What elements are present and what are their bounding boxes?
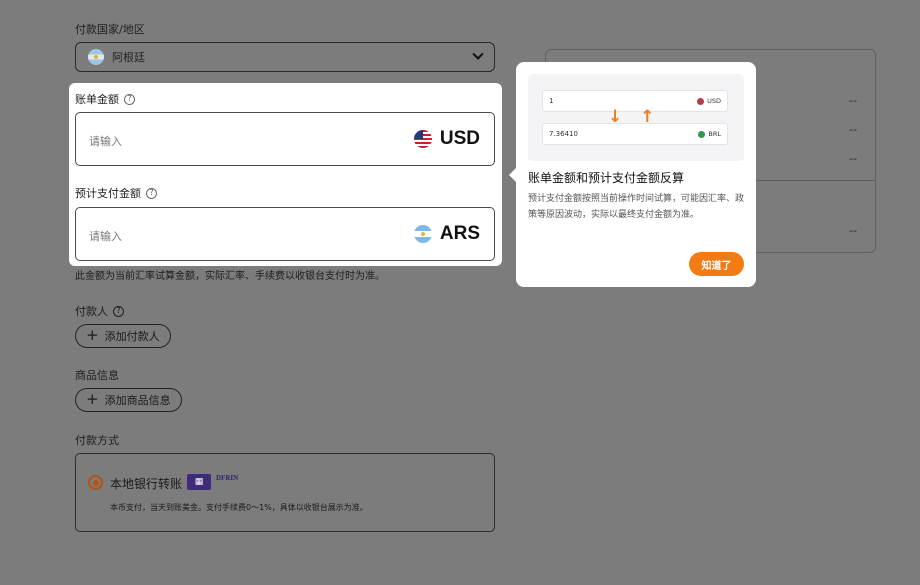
goods-label: 商品信息 [75,369,119,382]
payment-radio[interactable] [88,475,103,490]
add-payer-button[interactable]: + 添加付款人 [75,324,171,348]
popover-body: 预计支付金额按照当前操作时间试算，可能因汇率、政策等原因波动，实际以最终支付金额… [528,194,745,220]
estimated-amount-input[interactable]: 请输入 ARS [75,207,495,261]
plus-icon: + [86,389,99,408]
argentina-flag-icon [88,49,104,65]
popover-title: 账单金额和预计支付金额反算 [528,171,685,185]
bank-icon: ▦ [187,474,211,490]
amount-spotlight: 账单金额? 请输入 USD 预计支付金额? 请输入 ARS [69,83,502,266]
help-icon[interactable]: ? [113,305,124,317]
summary-value: -- [849,94,857,107]
plus-icon: + [86,325,99,344]
bill-amount-input[interactable]: 请输入 USD [75,112,495,166]
payment-option-card[interactable]: 本地银行转账 ▦ DFRIN 本币支付，当天到账美金。支付手续费0～1%，具体以… [75,453,495,532]
summary-total-value: -- [849,224,857,237]
rate-note: 此金额为当前汇率试算金额，实际汇率、手续费以收银台支付时为准。 [75,271,385,282]
usa-flag-icon [413,130,432,148]
country-value: 阿根廷 [112,51,145,64]
payer-label: 付款人? [75,303,124,319]
brazil-flag-icon [698,130,706,138]
bill-amount-label: 账单金额? [75,91,135,107]
chevron-down-icon [472,48,484,60]
summary-value: -- [849,123,857,136]
illustration-row: 7.36410 BRL [542,123,728,145]
guide-popover: 1 USD ↓ ↑ 7.36410 BRL 账单金额和预计支付金额反算 预计支付金… [509,62,756,287]
help-icon[interactable]: ? [146,187,157,199]
payment-description: 本币支付，当天到账美金。支付手续费0～1%，具体以收银台展示为准。 [110,503,368,512]
argentina-flag-icon [413,225,432,243]
estimated-amount-label: 预计支付金额? [75,185,157,201]
help-icon[interactable]: ? [124,93,135,105]
country-select[interactable]: 阿根廷 [75,42,495,72]
summary-value: -- [849,152,857,165]
conversion-illustration: 1 USD ↓ ↑ 7.36410 BRL [528,74,744,161]
got-it-button[interactable]: 知道了 [689,252,744,276]
currency-code: USD [439,128,480,149]
usa-flag-icon [697,97,705,105]
add-goods-button[interactable]: + 添加商品信息 [75,388,182,412]
payment-label: 付款方式 [75,434,119,447]
brand-logo: DFRIN [216,474,239,482]
country-label: 付款国家/地区 [75,23,145,36]
payment-option-title: 本地银行转账 [110,477,183,491]
currency-code: ARS [439,223,480,244]
